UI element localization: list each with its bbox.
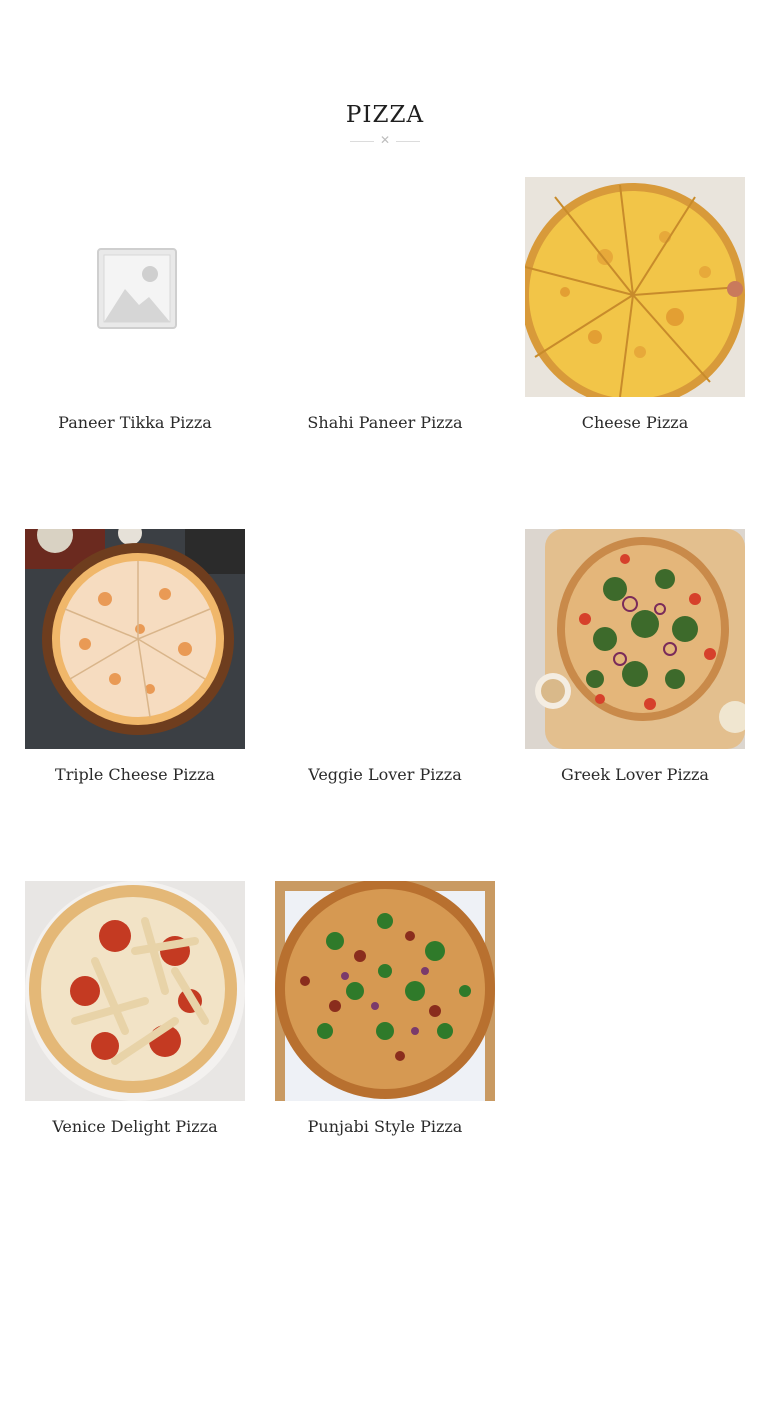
product-name[interactable]: Greek Lover Pizza	[525, 765, 745, 785]
product-card[interactable]: Cheese Pizza	[525, 177, 745, 433]
product-image-link[interactable]	[275, 529, 495, 749]
section-header: PIZZA ✕	[0, 98, 770, 147]
product-name[interactable]: Shahi Paneer Pizza	[275, 413, 495, 433]
product-card[interactable]: Punjabi Style Pizza	[275, 881, 495, 1137]
title-divider: ✕	[350, 133, 420, 147]
product-grid: Paneer Tikka Pizza Shahi Paneer Pizza Ch…	[25, 177, 745, 1137]
greek-pizza-image	[525, 529, 745, 749]
close-icon: ✕	[379, 133, 391, 147]
product-name[interactable]: Cheese Pizza	[525, 413, 745, 433]
page: PIZZA ✕ Paneer Tikka Pizza Shahi Paneer …	[0, 0, 770, 1411]
product-image-link[interactable]	[25, 529, 245, 749]
triple-cheese-pizza-image	[25, 529, 245, 749]
product-card[interactable]: Venice Delight Pizza	[25, 881, 245, 1137]
product-name[interactable]: Venice Delight Pizza	[25, 1117, 245, 1137]
product-card[interactable]: Paneer Tikka Pizza	[25, 177, 245, 433]
product-name[interactable]: Paneer Tikka Pizza	[25, 413, 245, 433]
product-card[interactable]: Triple Cheese Pizza	[25, 529, 245, 785]
product-name[interactable]: Veggie Lover Pizza	[275, 765, 495, 785]
product-name[interactable]: Punjabi Style Pizza	[275, 1117, 495, 1137]
product-image-link[interactable]	[525, 177, 745, 397]
product-card[interactable]: Veggie Lover Pizza	[275, 529, 495, 785]
product-image-link[interactable]	[275, 881, 495, 1101]
product-card[interactable]: Shahi Paneer Pizza	[275, 177, 495, 433]
divider-line-right	[396, 141, 420, 142]
section-title: PIZZA	[345, 102, 425, 128]
divider-line-left	[350, 141, 374, 142]
placeholder-image-icon	[97, 248, 177, 329]
venice-delight-pizza-image	[25, 881, 245, 1101]
product-image-link[interactable]	[25, 177, 245, 397]
punjabi-style-pizza-image	[275, 881, 495, 1101]
product-image-link[interactable]	[25, 881, 245, 1101]
cheese-pizza-image	[525, 177, 745, 397]
product-image-link[interactable]	[275, 177, 495, 397]
product-name[interactable]: Triple Cheese Pizza	[25, 765, 245, 785]
product-card[interactable]: Greek Lover Pizza	[525, 529, 745, 785]
product-image-link[interactable]	[525, 529, 745, 749]
